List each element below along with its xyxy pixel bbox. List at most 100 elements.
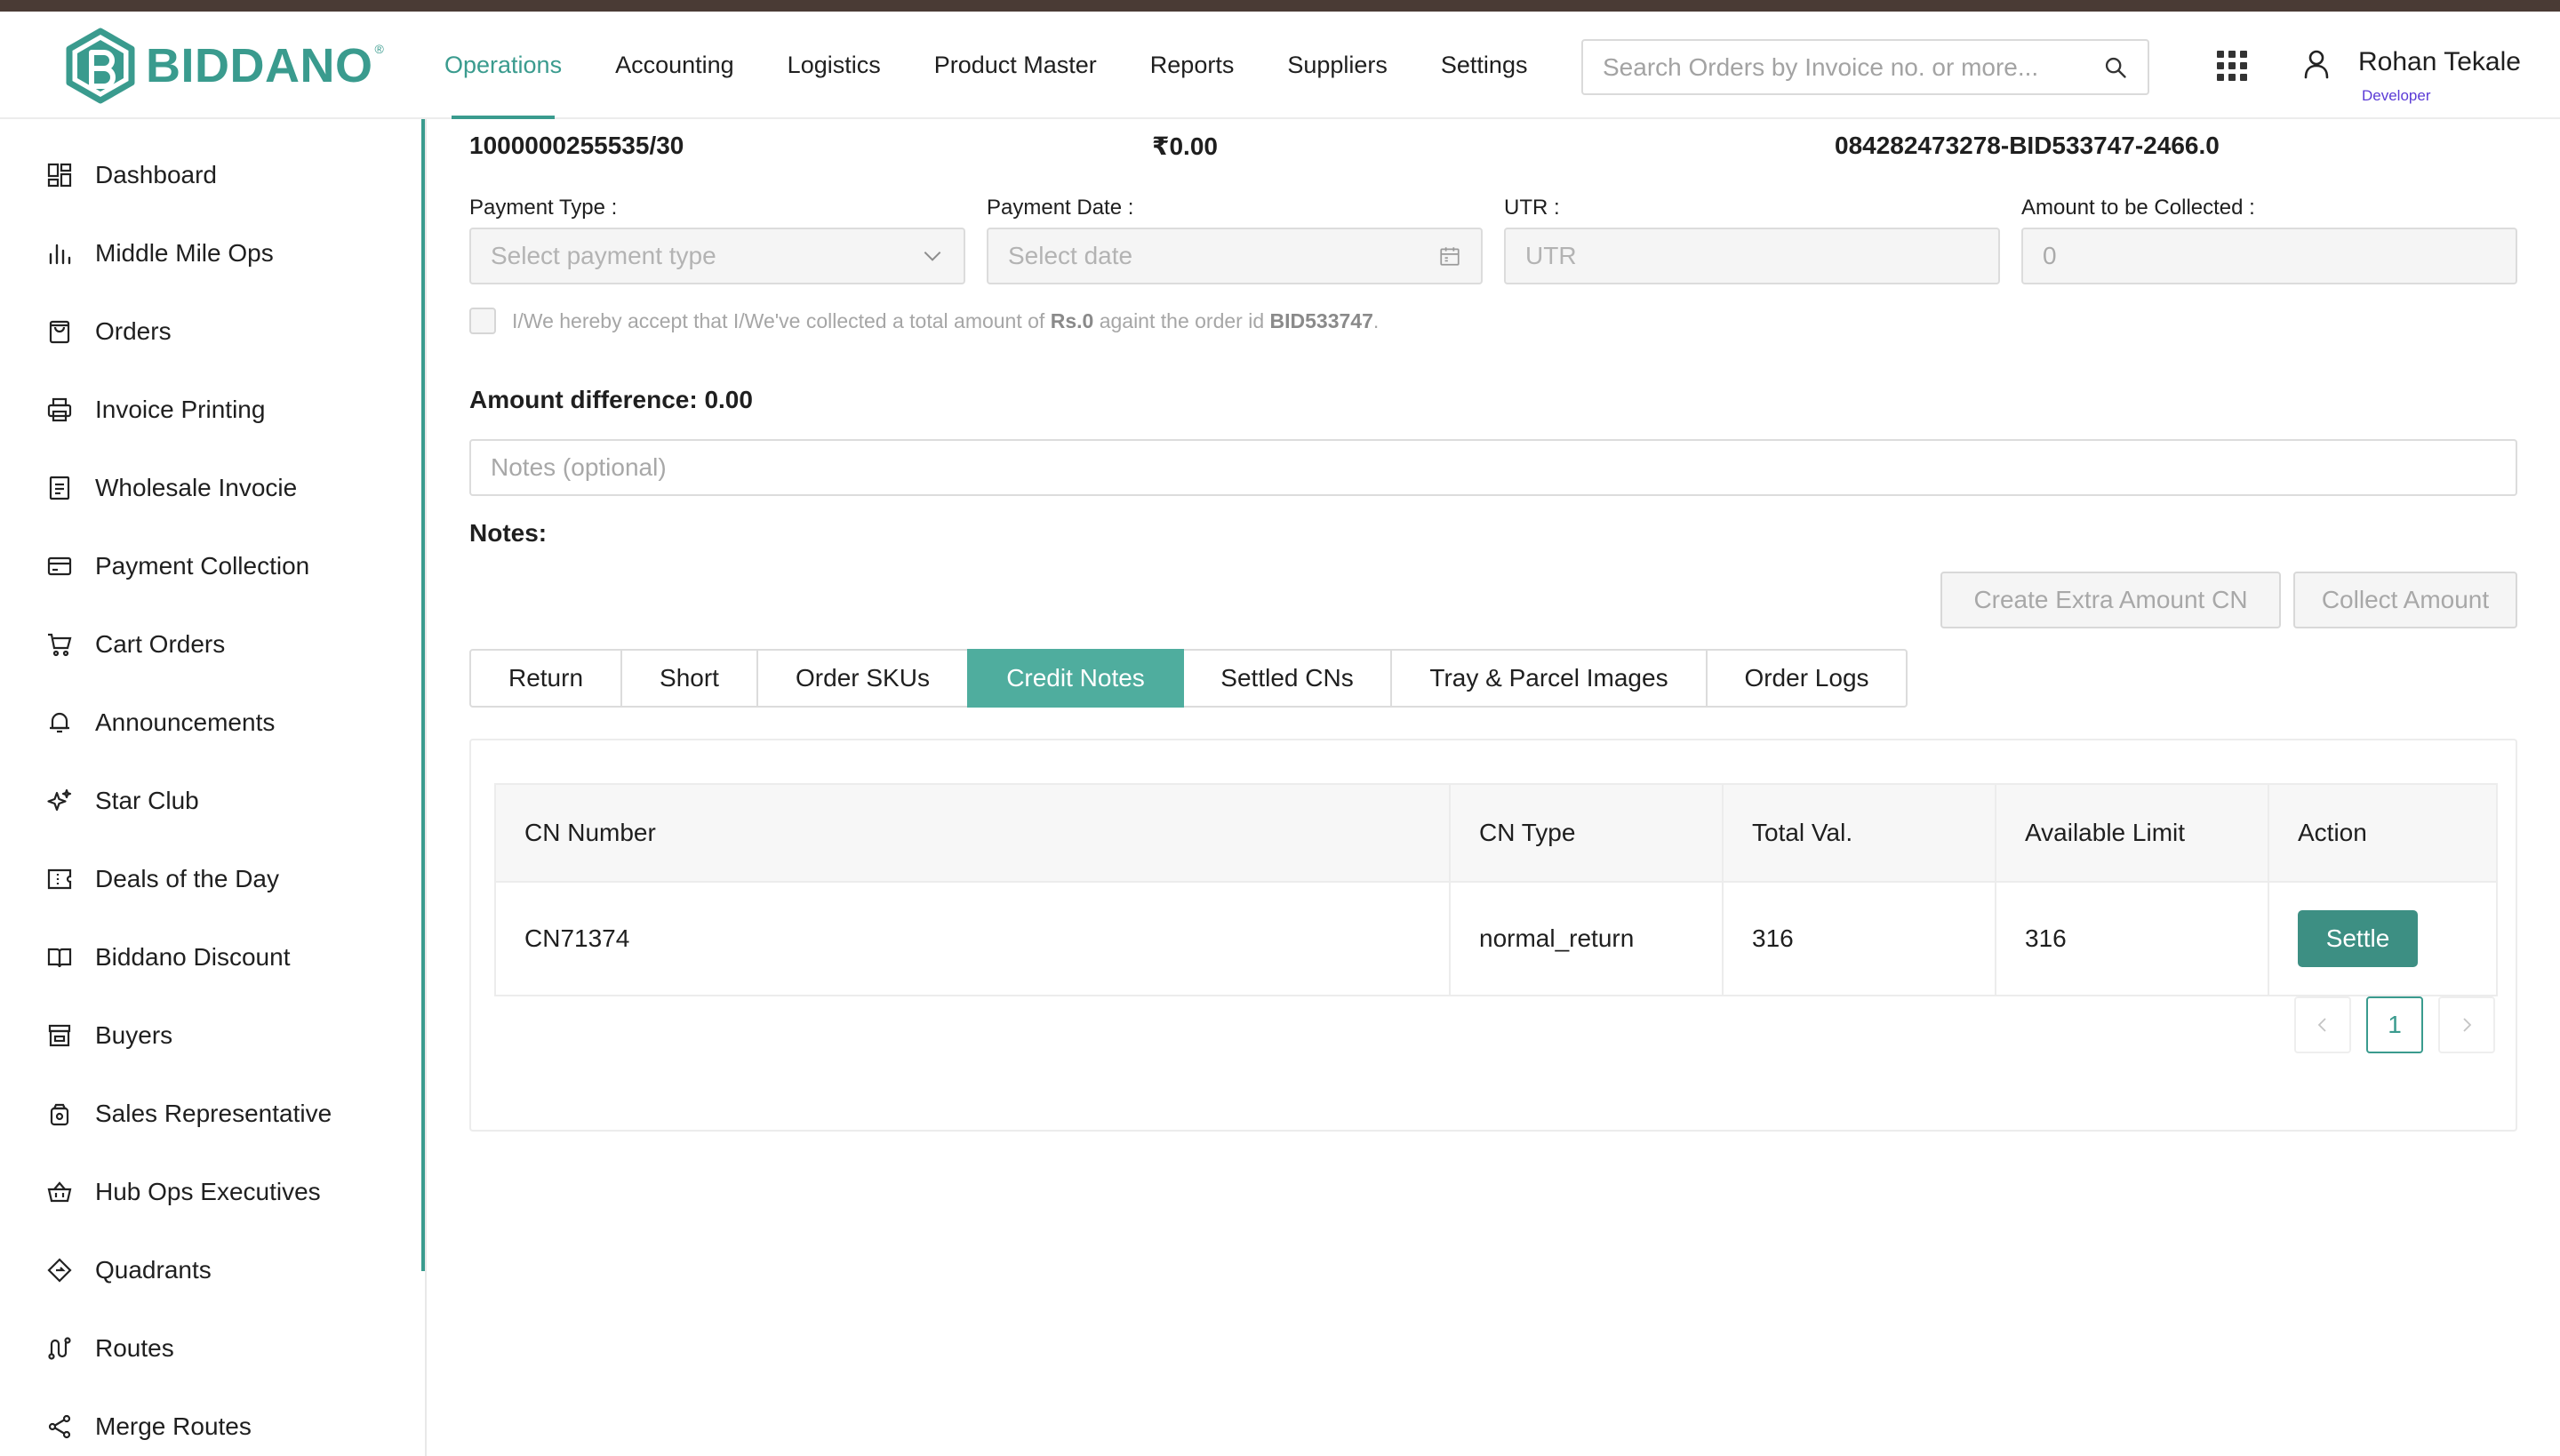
table-row: CN71374 normal_return 316 316 Settle [496,883,2496,995]
brand-logo[interactable]: BIDDANO ® [64,28,384,104]
utr-field[interactable] [1504,228,2000,284]
nav-product-master[interactable]: Product Master [908,12,1124,119]
notes-field[interactable] [469,439,2517,496]
calendar-icon [1440,247,1460,266]
payment-type-input[interactable] [491,242,921,270]
tab-order-logs[interactable]: Order Logs [1706,649,1908,708]
user-icon[interactable] [2303,49,2330,79]
logo-registered-mark: ® [374,42,384,56]
amount-to-collect-label: Amount to be Collected : [2021,196,2255,220]
cell-cn-number: CN71374 [496,883,1451,995]
sidebar-item-dashboard[interactable]: Dashboard [0,148,418,202]
tab-order-skus[interactable]: Order SKUs [756,649,969,708]
notes-input[interactable] [491,453,2496,482]
acceptance-checkbox[interactable] [469,308,496,334]
nav-operations[interactable]: Operations [418,12,588,119]
order-search-box [1581,39,2149,95]
invoice-number: 1000000255535/30 [469,132,684,159]
sidebar-item-cart-orders[interactable]: Cart Orders [0,618,418,671]
tab-return[interactable]: Return [469,649,622,708]
sidebar-item-label: Hub Ops Executives [95,1178,321,1205]
create-extra-amount-cn-button[interactable]: Create Extra Amount CN [1940,572,2281,628]
sidebar-item-label: Middle Mile Ops [95,239,274,267]
sidebar-item-middle-mile-ops[interactable]: Middle Mile Ops [0,227,418,280]
col-cn-type: CN Type [1451,785,1724,881]
order-reference: 084282473278-BID533747-2466.0 [1835,132,2220,159]
cart-icon [48,633,72,657]
utr-input[interactable] [1525,242,1979,270]
chevron-down-icon [924,251,941,261]
apps-grid-icon[interactable] [2216,50,2248,82]
logo-badge-icon [66,28,135,104]
briefcase-icon [50,1103,69,1126]
search-icon[interactable] [2103,55,2128,80]
payment-date-picker[interactable] [987,228,1483,284]
sidebar-item-buyers[interactable]: Buyers [0,1009,418,1062]
sidebar-item-routes[interactable]: Routes [0,1322,418,1375]
sidebar-item-label: Quadrants [95,1256,212,1284]
sidebar-item-invoice-printing[interactable]: Invoice Printing [0,383,418,436]
order-tabs: Return Short Order SKUs Credit Notes Set… [469,649,1908,708]
sidebar-item-announcements[interactable]: Announcements [0,696,418,749]
ticket-icon [47,868,72,890]
payment-date-label: Payment Date : [987,196,1134,220]
sidebar-item-payment-collection[interactable]: Payment Collection [0,540,418,593]
next-page-button[interactable] [2438,996,2495,1053]
page-number-button[interactable]: 1 [2366,996,2423,1053]
book-icon [47,948,72,968]
sidebar-item-label: Dashboard [95,161,217,188]
sidebar-item-label: Merge Routes [95,1412,252,1440]
nav-suppliers[interactable]: Suppliers [1260,12,1414,119]
logo-text: BIDDANO [146,39,373,92]
payment-date-input[interactable] [1008,242,1438,270]
cell-cn-type: normal_return [1451,883,1724,995]
prev-page-button[interactable] [2294,996,2351,1053]
sidebar-item-star-club[interactable]: Star Club [0,774,418,828]
sidebar-item-label: Payment Collection [95,552,310,580]
settle-button[interactable]: Settle [2298,910,2418,967]
tab-credit-notes[interactable]: Credit Notes [967,649,1184,708]
col-total-val: Total Val. [1724,785,1996,881]
col-available-limit: Available Limit [1996,785,2269,881]
top-strip [0,0,2560,12]
order-search-input[interactable] [1603,52,2103,82]
sidebar-item-label: Sales Representative [95,1100,332,1127]
amount-to-collect-field[interactable] [2021,228,2517,284]
sidebar-item-sales-representative[interactable]: Sales Representative [0,1087,418,1140]
sidebar-item-biddano-discount[interactable]: Biddano Discount [0,931,418,984]
tab-tray-parcel-images[interactable]: Tray & Parcel Images [1390,649,1708,708]
order-detail-main: 1000000255535/30 ₹0.00 084282473278-BID5… [428,119,2560,1456]
tab-short[interactable]: Short [620,649,758,708]
nav-settings[interactable]: Settings [1414,12,1555,119]
nav-accounting[interactable]: Accounting [588,12,761,119]
payment-type-select[interactable] [469,228,965,284]
sidebar-item-label: Cart Orders [95,630,226,658]
bell-icon [50,712,69,733]
sidebar-item-label: Invoice Printing [95,396,266,423]
card-icon [47,556,72,576]
sidebar-item-quadrants[interactable]: Quadrants [0,1244,418,1297]
user-name[interactable]: Rohan Tekale [2358,47,2521,77]
sidebar-item-label: Announcements [95,708,276,736]
route-icon [48,1337,71,1360]
sidebar-scrollbar[interactable] [421,119,425,1271]
sidebar-item-label: Deals of the Day [95,865,279,892]
sidebar-item-merge-routes[interactable]: Merge Routes [0,1400,418,1453]
sidebar-item-wholesale-invoice[interactable]: Wholesale Invocie [0,461,418,515]
shopping-bag-icon [49,320,70,344]
bar-chart-icon [49,244,71,265]
tab-settled-cns[interactable]: Settled CNs [1182,649,1392,708]
chevron-right-icon [2463,1018,2472,1032]
sidebar-item-orders[interactable]: Orders [0,305,418,358]
sidebar-item-hub-ops-executives[interactable]: Hub Ops Executives [0,1165,418,1219]
collection-acceptance: I/We hereby accept that I/We've collecte… [469,308,1379,334]
collect-amount-button[interactable]: Collect Amount [2293,572,2517,628]
notes-label: Notes: [469,519,548,547]
nav-logistics[interactable]: Logistics [761,12,908,119]
payment-type-label: Payment Type : [469,196,618,220]
nav-reports[interactable]: Reports [1124,12,1261,119]
table-header: CN Number CN Type Total Val. Available L… [496,785,2496,883]
sidebar-item-deals-of-the-day[interactable]: Deals of the Day [0,852,418,906]
sidebar-item-label: Orders [95,317,172,345]
amount-to-collect-input[interactable] [2043,242,2496,270]
